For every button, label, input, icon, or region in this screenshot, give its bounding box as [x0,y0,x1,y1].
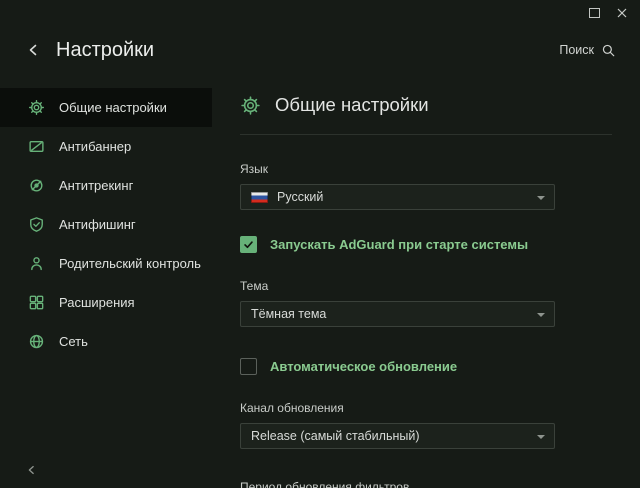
sidebar: Общие настройки Антибаннер [0,74,212,488]
gear-icon [28,99,45,116]
update-channel-select[interactable]: Release (самый стабильный) [240,423,555,449]
theme-select[interactable]: Тёмная тема [240,301,555,327]
antibanner-icon [28,138,45,155]
search-button[interactable]: Поиск [559,43,616,58]
body: Общие настройки Антибаннер [0,74,640,488]
back-button[interactable] [24,40,44,60]
update-channel-label: Канал обновления [240,401,612,415]
autostart-checkbox-row[interactable]: Запускать AdGuard при старте системы [240,236,612,253]
theme-label: Тема [240,279,612,293]
checkmark-icon [243,239,254,250]
autoupdate-checkbox-row[interactable]: Автоматическое обновление [240,358,612,375]
header: Настройки Поиск [0,26,640,74]
autostart-checkbox[interactable] [240,236,257,253]
parental-control-icon [28,255,45,272]
chevron-down-icon [537,196,545,200]
sidebar-item-general[interactable]: Общие настройки [0,88,212,127]
filters-update-period-label: Период обновления фильтров [240,480,612,488]
globe-icon [28,333,45,350]
sidebar-item-antiphishing[interactable]: Антифишинг [0,205,212,244]
autoupdate-checkbox[interactable] [240,358,257,375]
collapse-sidebar-button[interactable] [24,462,40,478]
sidebar-item-label: Общие настройки [59,100,167,115]
sidebar-item-antitracking[interactable]: Антитрекинг [0,166,212,205]
shield-icon [28,216,45,233]
section-title: Общие настройки [240,94,612,116]
sidebar-item-antibanner[interactable]: Антибаннер [0,127,212,166]
theme-select-value: Тёмная тема [251,307,326,321]
extensions-grid-icon [28,294,45,311]
language-select[interactable]: Русский [240,184,555,210]
section-title-text: Общие настройки [275,94,429,116]
window-controls [588,7,628,19]
back-chevron-icon [26,42,42,58]
sidebar-item-parental-control[interactable]: Родительский контроль [0,244,212,283]
search-label: Поиск [559,43,594,57]
sidebar-item-network[interactable]: Сеть [0,322,212,361]
section-divider [240,134,612,135]
chevron-down-icon [537,313,545,317]
page-title: Настройки [56,39,154,62]
autostart-checkbox-label: Запускать AdGuard при старте системы [270,237,528,252]
maximize-icon [589,8,600,18]
general-settings-panel: Общие настройки Язык Русский Запускать A… [212,74,640,488]
close-button[interactable] [616,7,628,19]
language-label: Язык [240,162,612,176]
close-icon [617,8,627,18]
sidebar-item-label: Антибаннер [59,139,131,154]
chevron-down-icon [537,435,545,439]
antitracking-icon [28,177,45,194]
russian-flag-icon [251,192,268,203]
sidebar-item-label: Сеть [59,334,88,349]
titlebar [0,0,640,26]
sidebar-item-label: Антифишинг [59,217,136,232]
sidebar-item-label: Расширения [59,295,135,310]
sidebar-item-label: Родительский контроль [59,256,201,271]
update-channel-select-value: Release (самый стабильный) [251,429,420,443]
maximize-button[interactable] [588,7,600,19]
language-select-value: Русский [277,190,323,204]
adguard-settings-window: Настройки Поиск [0,0,640,488]
sidebar-item-label: Антитрекинг [59,178,133,193]
search-icon [601,43,616,58]
collapse-chevron-icon [26,464,38,476]
autoupdate-checkbox-label: Автоматическое обновление [270,359,457,374]
gear-icon [240,95,261,116]
sidebar-item-extensions[interactable]: Расширения [0,283,212,322]
